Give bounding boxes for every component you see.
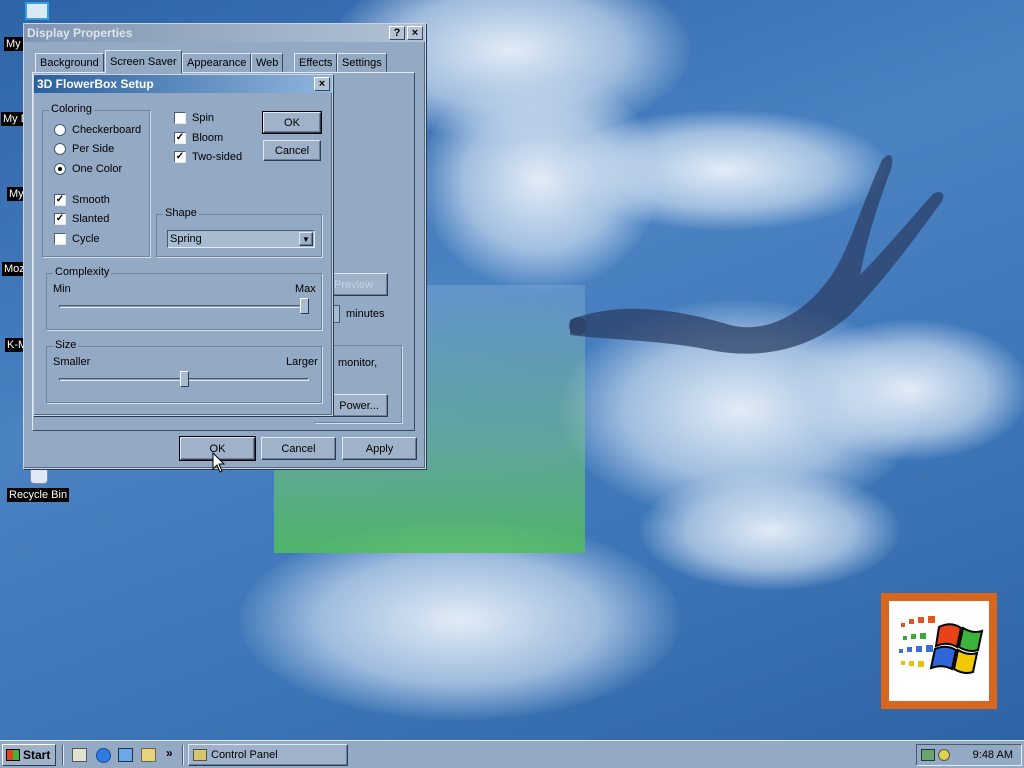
- outlook-express-icon[interactable]: [118, 748, 133, 762]
- start-label: Start: [23, 748, 51, 762]
- checkbox-two-sided[interactable]: ✓ Two-sided: [174, 151, 242, 163]
- checkbox-label: Two-sided: [192, 151, 243, 163]
- minutes-label: minutes: [346, 308, 385, 320]
- checkbox[interactable]: [174, 112, 186, 124]
- tab-appearance[interactable]: Appearance: [182, 53, 252, 72]
- checkbox-smooth[interactable]: ✓ Smooth: [54, 194, 110, 206]
- checkbox[interactable]: ✓: [54, 213, 66, 225]
- checkbox[interactable]: ✓: [174, 132, 186, 144]
- tab-screen-saver[interactable]: Screen Saver: [105, 50, 182, 73]
- recycle-bin-icon: [30, 468, 48, 484]
- flowerbox-ok-button[interactable]: OK: [262, 111, 322, 134]
- radio-label: Per Side: [72, 143, 115, 155]
- checkbox-slanted[interactable]: ✓ Slanted: [54, 213, 109, 225]
- show-desktop-icon[interactable]: [72, 748, 87, 762]
- shape-select[interactable]: Spring ▼: [167, 230, 315, 248]
- radio-one-color[interactable]: One Color: [54, 163, 122, 175]
- coloring-label: Coloring: [49, 103, 94, 115]
- dialog-title: 3D FlowerBox Setup: [37, 77, 154, 91]
- radio-selected-dot: [58, 167, 62, 171]
- checkbox-cycle[interactable]: Cycle: [54, 233, 100, 245]
- close-button[interactable]: ×: [314, 77, 330, 91]
- complexity-slider-track[interactable]: [59, 305, 309, 308]
- window-title: Display Properties: [27, 26, 133, 40]
- clock[interactable]: 9:48 AM: [973, 749, 1013, 761]
- tab-background[interactable]: Background: [35, 53, 104, 72]
- cloud-7: [640, 470, 900, 590]
- complexity-max-label: Max: [295, 283, 316, 295]
- radio-label: Checkerboard: [72, 124, 142, 136]
- tab-effects[interactable]: Effects: [294, 53, 338, 72]
- quick-launch-divider: [62, 745, 64, 765]
- radio-per-side[interactable]: Per Side: [54, 143, 114, 155]
- checkbox-label: Cycle: [72, 233, 100, 245]
- desktop-icon-k-meleon[interactable]: K-M: [5, 338, 23, 352]
- checkbox-bloom[interactable]: ✓ Bloom: [174, 132, 223, 144]
- desktop-icon-label: Recycle Bin: [7, 488, 70, 502]
- tab-web[interactable]: Web: [251, 53, 284, 72]
- task-divider: [182, 745, 184, 765]
- size-min-label: Smaller: [53, 356, 91, 368]
- flowerbox-setup-dialog: 3D FlowerBox Setup × Coloring Checkerboa…: [33, 74, 333, 416]
- close-button[interactable]: ×: [407, 26, 423, 40]
- tab-settings[interactable]: Settings: [337, 53, 387, 72]
- task-label: Control Panel: [211, 749, 278, 761]
- volume-tray-icon[interactable]: [938, 749, 950, 761]
- chevron-down-icon[interactable]: ▼: [299, 232, 313, 246]
- desktop-icon-label: My: [4, 37, 23, 51]
- checkbox-label: Bloom: [192, 132, 224, 144]
- shape-select-value: Spring: [170, 233, 202, 245]
- taskbar: Start » Control Panel 9:48 AM: [0, 740, 1024, 768]
- shape-label: Shape: [163, 207, 199, 219]
- size-max-label: Larger: [286, 356, 318, 368]
- monitor-text: monitor,: [338, 357, 378, 369]
- radio-button[interactable]: [54, 143, 66, 155]
- cancel-button[interactable]: Cancel: [261, 437, 336, 460]
- flowerbox-cancel-button[interactable]: Cancel: [263, 140, 321, 161]
- radio-button[interactable]: [54, 163, 66, 175]
- radio-button[interactable]: [54, 124, 66, 136]
- diver-silhouette: [569, 155, 944, 354]
- display-properties-titlebar[interactable]: Display Properties ? ×: [24, 24, 425, 42]
- desktop-icon-mozilla[interactable]: Moz: [2, 262, 23, 276]
- monitor-icon: [25, 2, 49, 20]
- system-tray: 9:48 AM: [916, 744, 1022, 766]
- windows-logo-frame: [881, 593, 997, 709]
- complexity-groupbox: Complexity: [46, 266, 322, 330]
- explorer-icon[interactable]: [141, 748, 156, 762]
- complexity-slider-thumb[interactable]: [300, 298, 309, 314]
- desktop-icon-my-computer[interactable]: My D: [1, 112, 23, 126]
- taskbar-button-control-panel[interactable]: Control Panel: [188, 744, 348, 766]
- checkbox-label: Smooth: [72, 194, 110, 206]
- checkbox-label: Slanted: [72, 213, 110, 225]
- radio-checkerboard[interactable]: Checkerboard: [54, 124, 141, 136]
- mouse-pointer-icon: [212, 452, 226, 473]
- start-button[interactable]: Start: [2, 744, 56, 766]
- checkbox[interactable]: [54, 233, 66, 245]
- complexity-min-label: Min: [53, 283, 71, 295]
- preview-button[interactable]: Preview: [327, 273, 388, 296]
- windows-flag-icon: [899, 616, 984, 674]
- checkbox-label: Spin: [192, 112, 215, 124]
- flowerbox-titlebar[interactable]: 3D FlowerBox Setup ×: [34, 75, 332, 93]
- network-tray-icon[interactable]: [921, 749, 935, 761]
- complexity-label: Complexity: [53, 266, 112, 278]
- checkbox[interactable]: ✓: [54, 194, 66, 206]
- checkbox-spin[interactable]: Spin: [174, 112, 214, 124]
- quick-launch-more-button[interactable]: »: [166, 746, 173, 760]
- checkbox[interactable]: ✓: [174, 151, 186, 163]
- size-label: Size: [53, 339, 79, 351]
- apply-button[interactable]: Apply: [342, 437, 417, 460]
- internet-explorer-icon[interactable]: [96, 748, 111, 763]
- size-slider-thumb[interactable]: [179, 371, 189, 387]
- radio-label: One Color: [72, 163, 123, 175]
- control-panel-icon: [193, 749, 207, 761]
- windows-flag-icon: [6, 749, 20, 761]
- help-button[interactable]: ?: [389, 26, 405, 40]
- desktop-icon-my-network-places[interactable]: My: [7, 187, 23, 201]
